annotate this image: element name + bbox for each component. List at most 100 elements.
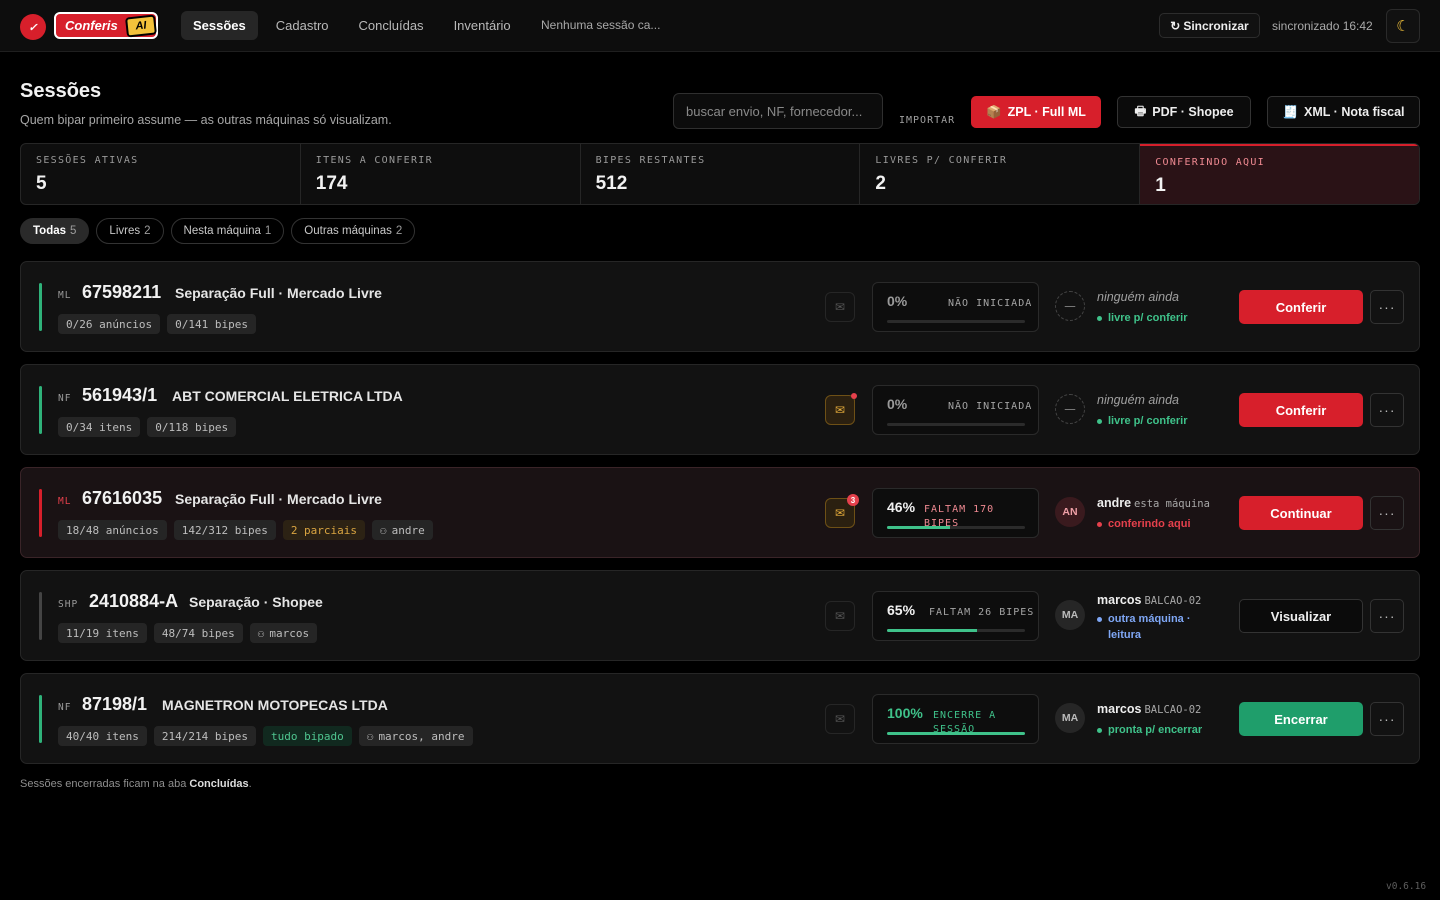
- progress-track: [887, 526, 1025, 529]
- owner-status-text: livre p/ conferir: [1108, 415, 1188, 427]
- session-card[interactable]: NF 87198/1 MAGNETRON MOTOPECAS LTDA 40/4…: [20, 673, 1420, 764]
- owner-name: ninguém ainda: [1097, 290, 1179, 304]
- filter-count: 2: [395, 225, 403, 237]
- owner-status-text: pronta p/ encerrar: [1108, 724, 1203, 736]
- user-icon: ⚇: [366, 729, 374, 743]
- tag-beeps: 48/74 bipes: [153, 623, 243, 643]
- filter-all[interactable]: Todas 5: [20, 218, 90, 244]
- tag-partials: 2 parciais: [282, 520, 366, 540]
- tag-users: ⚇ marcos, andre: [358, 726, 473, 746]
- stat-label: LIVRES P/ CONFERIR: [875, 155, 1008, 166]
- owner-name-text: marcos: [1097, 702, 1142, 716]
- import-xml-button[interactable]: 🧾 XML · Nota fiscal: [1267, 96, 1420, 128]
- tag-items: 0/34 itens: [58, 417, 141, 437]
- stat-value: 2: [875, 173, 886, 194]
- stat-label: ITENS A CONFERIR: [315, 155, 433, 166]
- filter-this-machine[interactable]: Nesta máquina 1: [170, 218, 285, 244]
- session-card[interactable]: ML 67598211 Separação Full · Mercado Liv…: [20, 261, 1420, 352]
- status-dot-icon: [1097, 316, 1102, 321]
- tag-items: 11/19 itens: [58, 623, 147, 643]
- owner-machine: esta máquina: [1134, 498, 1210, 510]
- progress-track: [887, 629, 1025, 632]
- import-zpl-button[interactable]: 📦 ZPL · Full ML: [971, 96, 1101, 128]
- owner-status-text: outra máquina · leitura: [1108, 613, 1191, 641]
- theme-toggle-button[interactable]: ☾: [1386, 9, 1420, 43]
- avatar: AN: [1055, 497, 1085, 527]
- session-card[interactable]: ML 67616035 Separação Full · Mercado Liv…: [20, 467, 1420, 558]
- footer-link-concluidas[interactable]: Concluídas: [189, 778, 248, 790]
- session-description: Separação Full · Mercado Livre: [175, 285, 382, 301]
- avatar: —: [1055, 394, 1085, 424]
- avatar: MA: [1055, 703, 1085, 733]
- user-icon: ⚇: [257, 626, 265, 640]
- owner-status-text: livre p/ conferir: [1108, 312, 1188, 324]
- owner-status: pronta p/ encerrar: [1097, 722, 1202, 738]
- inbox-button[interactable]: ✉ 3: [825, 494, 859, 528]
- filter-label: Outras máquinas: [304, 225, 392, 237]
- session-description: MAGNETRON MOTOPECAS LTDA: [162, 697, 388, 713]
- more-options-button[interactable]: ···: [1370, 290, 1404, 324]
- tab-sessoes[interactable]: Sessões: [181, 11, 258, 40]
- footer-note: Sessões encerradas ficam na aba Concluíd…: [20, 778, 252, 790]
- filter-free[interactable]: Livres 2: [96, 218, 164, 244]
- search-input[interactable]: [673, 93, 883, 129]
- progress-box: 65% FALTAM 26 BIPES: [872, 591, 1039, 641]
- progress-percent: 46%: [887, 499, 916, 515]
- status-dot-icon: [1097, 617, 1102, 622]
- status-dot-icon: [1097, 522, 1102, 527]
- tab-inventario[interactable]: Inventário: [442, 11, 523, 40]
- owner-status: livre p/ conferir: [1097, 310, 1187, 326]
- inbox-button[interactable]: ✉: [825, 704, 855, 734]
- tab-concluidas[interactable]: Concluídas: [347, 11, 436, 40]
- tag-users-text: marcos: [269, 626, 310, 640]
- inbox-icon: ✉: [834, 609, 846, 623]
- progress-state: FALTAM 26 BIPES: [929, 607, 1035, 618]
- main-nav: Sessões Cadastro Concluídas Inventário: [181, 11, 523, 40]
- stat-label: CONFERINDO AQUI: [1155, 157, 1265, 168]
- stat-active-sessions: SESSÕES ATIVAS 5: [21, 144, 301, 204]
- visualizar-button[interactable]: Visualizar: [1239, 599, 1363, 633]
- session-filters: Todas 5 Livres 2 Nesta máquina 1 Outras máq…: [20, 218, 416, 244]
- session-id: 67616035: [82, 488, 163, 508]
- status-bar: [39, 592, 42, 640]
- progress-box: 0% NÃO INICIADA: [872, 385, 1039, 435]
- conferir-button[interactable]: Conferir: [1239, 393, 1363, 427]
- package-icon: 📦: [986, 104, 1002, 119]
- owner-status-text: conferindo aqui: [1108, 518, 1191, 530]
- more-options-button[interactable]: ···: [1370, 393, 1404, 427]
- import-pdf-label: PDF · Shopee: [1152, 105, 1234, 119]
- filter-count: 1: [264, 225, 272, 237]
- tag-beeps: 0/141 bipes: [167, 314, 256, 334]
- page-title: Sessões: [20, 80, 102, 102]
- stat-checking-here: CONFERINDO AQUI 1: [1140, 144, 1419, 204]
- continuar-button[interactable]: Continuar: [1239, 496, 1363, 530]
- tab-cadastro[interactable]: Cadastro: [264, 11, 341, 40]
- avatar: MA: [1055, 600, 1085, 630]
- stat-value: 512: [595, 173, 628, 194]
- encerrar-button[interactable]: Encerrar: [1239, 702, 1363, 736]
- inbox-button[interactable]: ✉: [825, 393, 857, 425]
- more-options-button[interactable]: ···: [1370, 702, 1404, 736]
- session-type: ML: [58, 290, 72, 301]
- printer-icon: 🖶: [1134, 103, 1147, 118]
- more-options-button[interactable]: ···: [1370, 496, 1404, 530]
- owner-machine: BALCAO-02: [1144, 704, 1202, 716]
- session-card[interactable]: NF 561943/1 ABT COMERCIAL ELETRICA LTDA …: [20, 364, 1420, 455]
- inbox-button[interactable]: ✉: [825, 292, 855, 322]
- session-card[interactable]: SHP 2410884-A Separação · Shopee 11/19 i…: [20, 570, 1420, 661]
- progress-track: [887, 732, 1025, 735]
- filter-other-machines[interactable]: Outras máquinas 2: [291, 218, 416, 244]
- import-pdf-button[interactable]: 🖶 PDF · Shopee: [1117, 96, 1251, 128]
- sync-button[interactable]: ↻ Sincronizar: [1159, 13, 1260, 38]
- avatar: —: [1055, 291, 1085, 321]
- tag-users: ⚇ marcos: [249, 623, 318, 643]
- footer-text-end: .: [248, 778, 252, 790]
- moon-icon: ☾: [1396, 18, 1410, 35]
- more-options-button[interactable]: ···: [1370, 599, 1404, 633]
- current-session-status: Nenhuma sessão ca...: [541, 18, 661, 32]
- conferir-button[interactable]: Conferir: [1239, 290, 1363, 324]
- tag-beeps: 214/214 bipes: [153, 726, 256, 746]
- owner-name-text: ninguém ainda: [1097, 290, 1180, 304]
- inbox-button[interactable]: ✉: [825, 601, 855, 631]
- owner-name: ninguém ainda: [1097, 393, 1179, 407]
